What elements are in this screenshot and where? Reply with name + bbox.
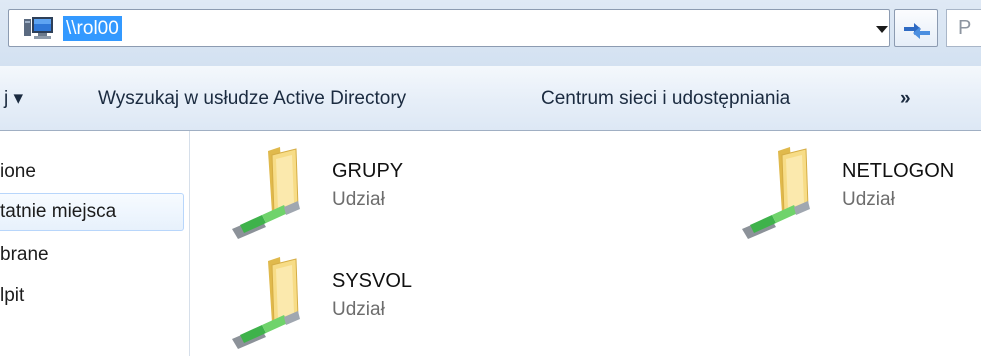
- search-input[interactable]: P: [946, 9, 981, 47]
- share-name: GRUPY: [332, 160, 404, 182]
- nav-item-desktop[interactable]: lpit: [0, 277, 180, 315]
- share-type: Udział: [332, 299, 385, 320]
- shared-folder-icon: [232, 147, 300, 239]
- chevron-down-icon[interactable]: [873, 20, 891, 38]
- share-name: NETLOGON: [842, 160, 955, 182]
- share-name: SYSVOL: [332, 270, 413, 292]
- organize-menu-button[interactable]: j ▾: [4, 86, 23, 112]
- content-area: GRUPY Udział NETLOGON Udział SYSVOL Udzi…: [190, 131, 981, 356]
- nav-item-label: lpit: [0, 285, 25, 306]
- computer-icon: [24, 17, 53, 39]
- nav-item-recent-places[interactable]: tatnie miejsca: [0, 193, 184, 231]
- share-netlogon[interactable]: NETLOGON Udział: [736, 145, 976, 245]
- address-bar[interactable]: \\rol00: [8, 9, 890, 47]
- search-placeholder: P: [958, 17, 972, 39]
- share-grupy[interactable]: GRUPY Udział: [226, 145, 466, 245]
- shared-folder-icon: [742, 147, 810, 239]
- nav-item-favorites[interactable]: brane: [0, 236, 180, 274]
- share-type: Udział: [842, 189, 895, 210]
- shared-folder-icon: [232, 257, 300, 349]
- refresh-arrows-icon: [904, 23, 930, 39]
- address-input-value[interactable]: \\rol00: [63, 16, 122, 41]
- nav-item-downloads[interactable]: ione: [0, 153, 180, 191]
- network-sharing-center-button[interactable]: Centrum sieci i udostępniania: [541, 86, 790, 112]
- nav-item-label: brane: [0, 244, 49, 265]
- navigation-pane: ione tatnie miejsca brane lpit: [0, 131, 190, 356]
- more-commands-button[interactable]: »: [900, 86, 911, 112]
- nav-item-label: tatnie miejsca: [0, 201, 117, 222]
- refresh-button[interactable]: [894, 9, 938, 47]
- address-bar-strip: \\rol00 P: [0, 0, 981, 66]
- command-bar: j ▾ Wyszukaj w usłudze Active Directory …: [0, 66, 981, 131]
- share-sysvol[interactable]: SYSVOL Udział: [226, 255, 466, 355]
- nav-item-label: ione: [0, 161, 36, 182]
- search-active-directory-button[interactable]: Wyszukaj w usłudze Active Directory: [98, 86, 406, 112]
- share-type: Udział: [332, 189, 385, 210]
